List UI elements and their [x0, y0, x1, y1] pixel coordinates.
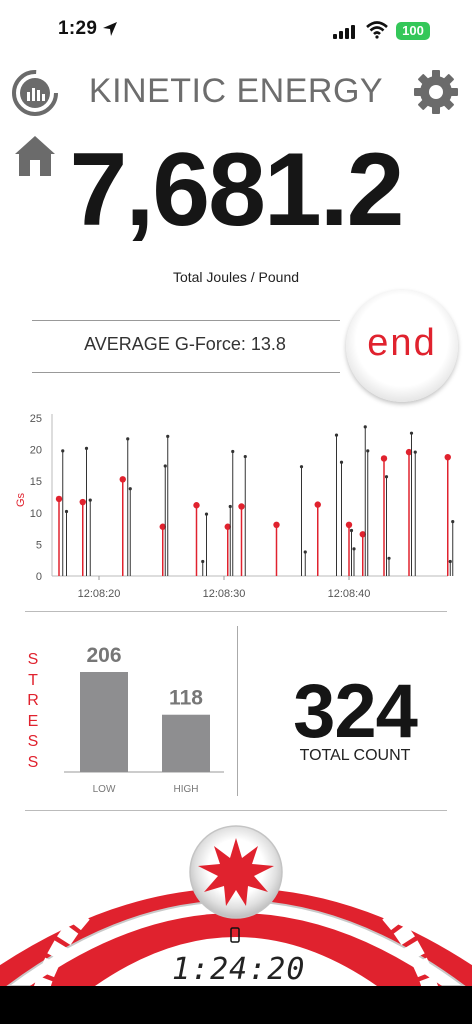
divider: [32, 320, 340, 321]
gforce-point: [55, 495, 63, 503]
dial-segment: [126, 861, 147, 883]
divider: [237, 626, 238, 796]
gforce-point: [363, 425, 367, 429]
location-arrow-icon: [103, 22, 117, 36]
gforce-point: [88, 498, 92, 502]
dial-segment: [143, 853, 164, 874]
gforce-point: [243, 454, 247, 459]
dial-segment: [110, 871, 131, 893]
gforce-point: [238, 503, 245, 510]
chart-y-axis-label: Gs: [15, 492, 27, 507]
stress-letter: R: [27, 692, 39, 709]
y-tick-label: 5: [36, 539, 42, 551]
dial-segment: [94, 882, 117, 904]
gforce-point: [413, 450, 417, 454]
divider: [25, 810, 447, 811]
gforce-point: [451, 520, 455, 524]
page-title: KINETIC ENERGY: [88, 72, 384, 110]
stress-bar-chart: 206 LOW 118 HIGH: [64, 644, 224, 795]
burst-button[interactable]: [189, 825, 283, 919]
signal-icon: [333, 25, 355, 39]
y-tick-label: 15: [30, 476, 42, 488]
gforce-point: [64, 509, 69, 514]
stress-letter: T: [28, 671, 38, 689]
gforce-point: [166, 434, 170, 438]
y-tick-label: 0: [36, 571, 42, 583]
stress-letter: S: [27, 753, 39, 771]
divider: [25, 611, 447, 612]
total-count-value: 324: [293, 669, 418, 754]
stress-bar-category: HIGH: [174, 784, 199, 795]
divider: [32, 372, 340, 373]
end-button-label: end: [367, 322, 437, 364]
end-button[interactable]: end: [346, 290, 458, 402]
gforce-point: [228, 504, 232, 509]
dial-segment: [341, 871, 362, 893]
gforce-point: [339, 460, 344, 464]
stress-letter: S: [27, 733, 39, 750]
gforce-point: [349, 528, 354, 533]
gforce-point: [299, 465, 304, 469]
x-tick-label: 12:08:30: [203, 588, 246, 600]
gforce-point: [128, 487, 132, 491]
average-gforce-label: AVERAGE G-Force: 13.8: [84, 334, 286, 354]
gear-icon[interactable]: [412, 68, 460, 116]
gforce-point: [61, 449, 65, 453]
gforce-point: [119, 476, 126, 483]
dial-segment: [325, 861, 346, 883]
dial-segment: [80, 894, 103, 917]
status-time: 1:29: [58, 18, 98, 39]
wifi-icon: [366, 21, 388, 39]
dial-segment: [291, 846, 311, 867]
stress-bar-high: [162, 714, 210, 772]
y-tick-label: 20: [30, 445, 42, 457]
dial-segment: [355, 882, 378, 904]
session-timer: 1:24:20: [172, 952, 306, 987]
gforce-point: [345, 521, 353, 529]
battery-icon: 100: [396, 22, 430, 40]
gforce-point: [314, 501, 321, 508]
total-count-label: TOTAL COUNT: [299, 747, 411, 764]
gforce-point: [444, 453, 451, 461]
stress-letter: E: [27, 712, 39, 730]
gforce-point: [204, 512, 209, 516]
gforce-point: [84, 446, 89, 450]
home-indicator-bar: [0, 986, 472, 1024]
home-icon[interactable]: [13, 134, 57, 178]
gforce-point: [352, 547, 356, 551]
gforce-point: [409, 431, 414, 435]
y-tick-label: 10: [30, 508, 42, 520]
gforce-point: [334, 433, 339, 437]
gforce-point: [387, 556, 391, 560]
y-tick-label: 25: [30, 413, 42, 425]
kinetic-energy-value: 7,681.2: [69, 132, 405, 248]
gforce-point: [366, 449, 370, 453]
gforce-point: [380, 455, 388, 462]
gforce-point: [163, 464, 167, 468]
gforce-point: [384, 475, 389, 479]
gforce-point: [126, 437, 130, 441]
stats-logo-icon[interactable]: [10, 68, 60, 118]
gforce-point: [193, 502, 200, 509]
stress-bar-value: 118: [169, 687, 203, 710]
stress-label: S T R E S S: [24, 650, 42, 773]
gforce-point: [231, 449, 235, 454]
x-tick-label: 12:08:20: [78, 588, 121, 600]
gforce-point: [273, 521, 280, 529]
gforce-point: [303, 550, 307, 554]
kinetic-energy-unit-label: Total Joules / Pound: [172, 269, 300, 285]
dial-segment: [369, 894, 392, 917]
gforce-point: [79, 498, 86, 506]
dial-segment: [308, 853, 329, 874]
stress-bar-category: LOW: [93, 784, 116, 795]
x-tick-label: 12:08:40: [328, 588, 371, 600]
dial-segment: [161, 846, 181, 867]
stress-letter: S: [27, 651, 39, 668]
gforce-chart: Gs 0 5 10 15 20 25 12:08:20 12:08:30 12:08:40: [15, 413, 455, 600]
stress-bar-value: 206: [86, 644, 121, 667]
gforce-point: [201, 559, 205, 564]
stress-bar-low: [80, 672, 128, 772]
gforce-point: [448, 559, 452, 564]
